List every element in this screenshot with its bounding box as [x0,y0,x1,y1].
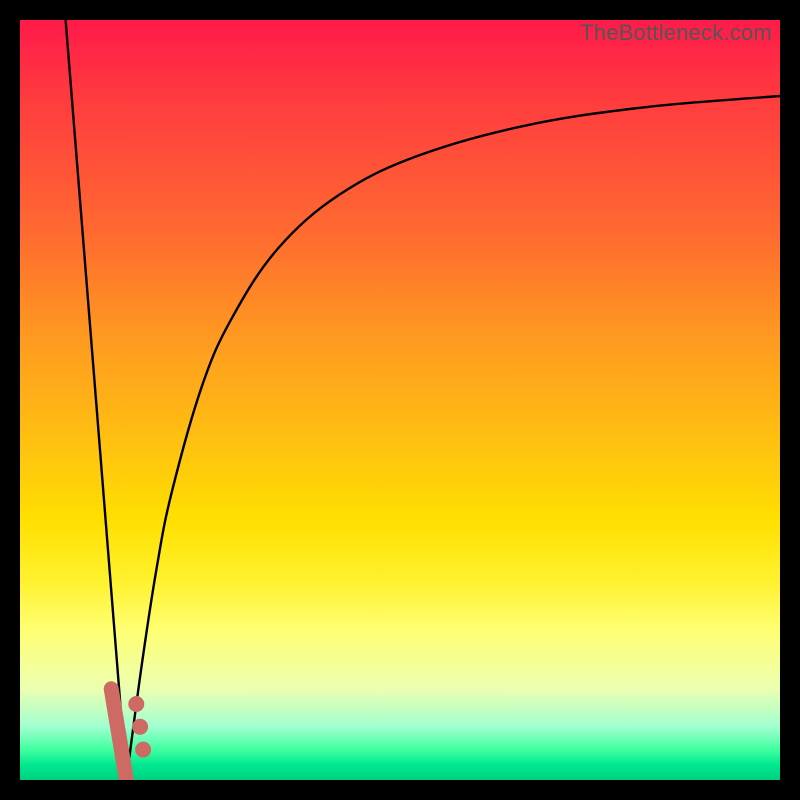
curve-right-branch [126,96,780,780]
chart-frame: TheBottleneck.com [0,0,800,800]
left-tail-highlight [111,689,126,780]
curve-left-branch [66,20,127,780]
chart-svg [20,20,780,780]
marker-bead [135,742,151,758]
plot-area: TheBottleneck.com [20,20,780,780]
marker-bead [132,719,148,735]
marker-bead [128,696,144,712]
